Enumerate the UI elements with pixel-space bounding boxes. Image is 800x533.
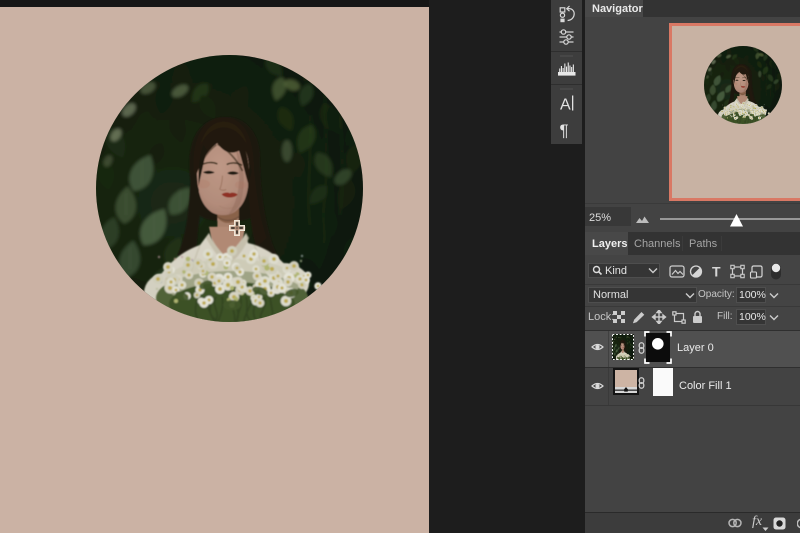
svg-text:A: A [560, 97, 571, 114]
svg-text:T: T [712, 264, 721, 280]
svg-text:¶: ¶ [560, 121, 569, 140]
